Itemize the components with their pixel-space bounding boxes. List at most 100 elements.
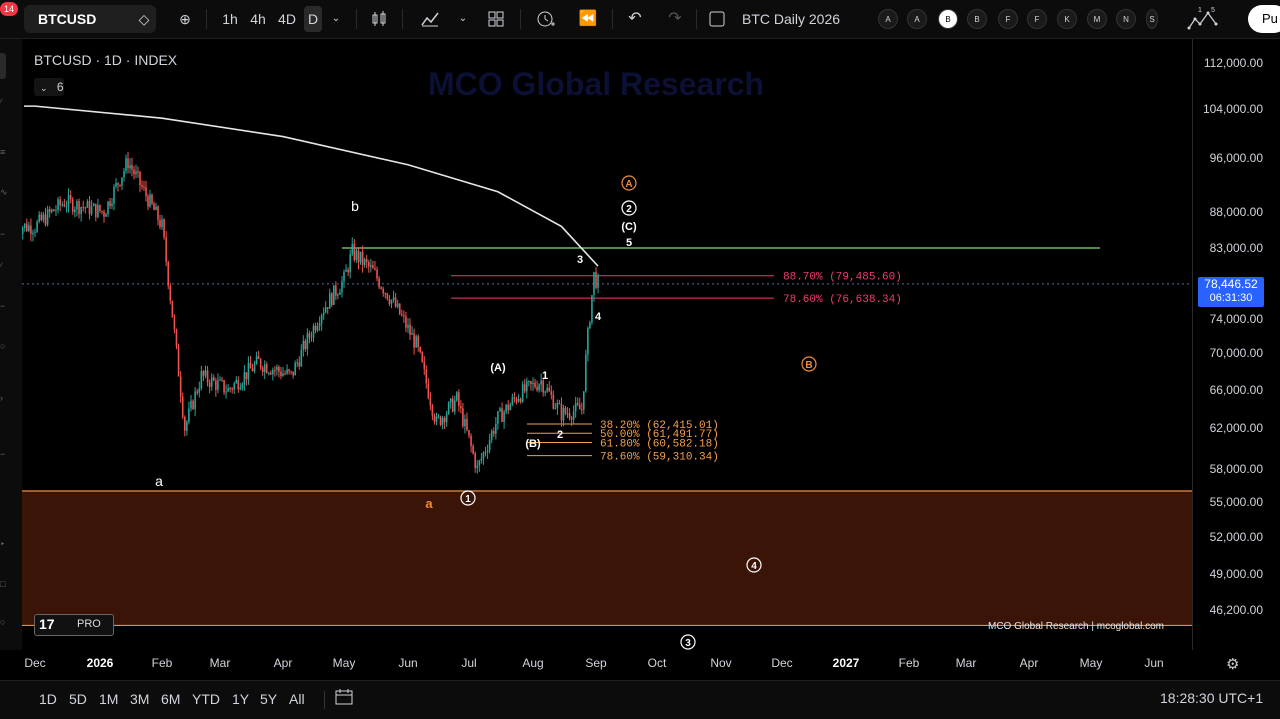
bar-countdown: 06:31:30 [1209, 292, 1253, 304]
range-6m[interactable]: 6M [161, 691, 180, 707]
chart-settings-gear-icon[interactable]: ⚙ [1226, 655, 1239, 673]
fib-level-label: 61.80% (60,582.18) [600, 439, 719, 451]
pattern-tool-icon[interactable]: ∕ [0, 261, 10, 271]
redo-icon[interactable]: ↷ [664, 6, 686, 32]
candle-body [105, 213, 107, 217]
candle-body [192, 400, 194, 410]
utc-clock[interactable]: 18:28:30 UTC+1 [1160, 690, 1263, 706]
lock-tool-icon[interactable]: □ [0, 579, 10, 589]
drawing-hotkey-a[interactable]: A [907, 9, 927, 29]
interval-dropdown-chevron-icon[interactable]: ⌄ [328, 6, 344, 32]
zoom-tool-icon[interactable]: − [0, 449, 10, 459]
interval-d[interactable]: D [304, 6, 322, 32]
candle-body [530, 381, 532, 385]
candle-body [337, 294, 339, 296]
range-all[interactable]: All [289, 691, 305, 707]
candle-body [208, 382, 211, 387]
candle-body [464, 418, 466, 427]
candle-body [74, 209, 76, 213]
range-ytd[interactable]: YTD [192, 691, 220, 707]
drawing-hotkey-s[interactable]: S [1146, 9, 1158, 29]
drawing-hotkey-k[interactable]: K [1057, 9, 1077, 29]
wave-icon-label: 1 [1198, 7, 1202, 14]
candle-body [26, 223, 28, 231]
range-3m[interactable]: 3M [130, 691, 149, 707]
alert-diamond-icon[interactable]: ◇ [134, 6, 154, 32]
drawing-hotkey-m[interactable]: M [1087, 9, 1107, 29]
add-symbol-icon[interactable]: ⊕ [174, 6, 196, 32]
candle-body [221, 379, 223, 381]
candle-body [370, 265, 372, 267]
alert-clock-icon[interactable] [534, 6, 558, 32]
replay-icon[interactable]: ⏪ [576, 6, 600, 32]
candle-body [490, 430, 493, 440]
candle-body [286, 369, 288, 374]
range-1d[interactable]: 1D [39, 691, 57, 707]
indicators-toggle[interactable]: ⌄ 6 [34, 78, 64, 96]
time-axis[interactable]: Dec 2026 Feb Mar Apr May Jun Jul Aug Sep Oct Nov Dec… [22, 650, 1192, 674]
candle-body [175, 329, 178, 347]
candle-body [499, 408, 501, 412]
range-5d[interactable]: 5D [69, 691, 87, 707]
candle-body [501, 408, 503, 422]
candle-body [163, 219, 165, 238]
elliott-wave-tool-icon[interactable]: 15 [1186, 6, 1220, 32]
candle-body [280, 371, 282, 377]
drawing-hotkey-b[interactable]: B [967, 9, 987, 29]
drawing-hotkey-a[interactable]: A [878, 9, 898, 29]
candle-body [145, 187, 147, 197]
time-axis-label: Sep [585, 656, 607, 670]
hide-tool-icon[interactable]: ○ [0, 617, 10, 627]
price-axis[interactable]: 112,000.00 104,000.00 96,000.00 88,000.00 83… [1192, 39, 1280, 650]
drawing-hotkey-n[interactable]: N [1116, 9, 1136, 29]
magnet-tool-icon[interactable]: ‣ [0, 539, 10, 549]
wave-label-B: B [805, 360, 812, 371]
chart-legend-title[interactable]: BTCUSD · 1D · INDEX [34, 52, 177, 68]
candle-body [34, 231, 36, 233]
interval-4h[interactable]: 4h [246, 6, 270, 32]
candle-body [253, 363, 256, 372]
layout-name[interactable]: BTC Daily 2026 [742, 6, 882, 32]
icon-tool-icon[interactable]: ○ [0, 341, 10, 351]
tradingview-pro-logo[interactable]: 17 PRO [34, 614, 114, 636]
price-chart[interactable]: 88.70% (79,485.60)78.60% (76,638.34)38.2… [22, 39, 1192, 650]
text-tool-icon[interactable]: − [0, 229, 10, 239]
candle-body [576, 403, 579, 405]
layout-square-icon[interactable] [706, 6, 728, 32]
drawing-hotkey-f[interactable]: F [1027, 9, 1047, 29]
symbol-name[interactable]: BTCUSD [38, 5, 96, 33]
layouts-grid-icon[interactable] [484, 6, 508, 32]
date-range-calendar-icon[interactable] [334, 687, 354, 710]
candle-body [300, 349, 303, 367]
wave-label-a-orange: a [425, 496, 433, 511]
undo-icon[interactable]: ↶ [624, 6, 646, 32]
candle-body [511, 397, 514, 405]
crosshair-tool-icon[interactable] [0, 53, 6, 79]
publish-button[interactable]: Pu [1248, 5, 1280, 33]
candle-body [188, 408, 190, 422]
candle-body [127, 158, 129, 169]
notification-badge[interactable]: 14 [0, 2, 18, 16]
candles-chart-type-icon[interactable] [368, 6, 390, 32]
range-1y[interactable]: 1Y [232, 691, 249, 707]
candle-body [22, 227, 24, 234]
range-1m[interactable]: 1M [99, 691, 118, 707]
indicators-icon[interactable] [418, 6, 442, 32]
trend-line-tool-icon[interactable]: ∕ [0, 97, 10, 107]
candle-body [241, 384, 244, 388]
time-axis-label: Oct [647, 656, 667, 670]
interval-4d[interactable]: 4D [274, 6, 300, 32]
drawing-hotkey-f[interactable]: F [998, 9, 1018, 29]
drawing-hotkey-b-active[interactable]: B [938, 9, 958, 29]
range-5y[interactable]: 5Y [260, 691, 277, 707]
interval-1h[interactable]: 1h [218, 6, 242, 32]
bottom-toolbar: 1D 5D 1M 3M 6M YTD 1Y 5Y All [0, 680, 1280, 719]
prediction-tool-icon[interactable]: − [0, 301, 10, 311]
candle-body [32, 232, 34, 235]
measure-tool-icon[interactable]: › [0, 393, 10, 403]
candle-body [384, 293, 387, 295]
fib-tool-icon[interactable]: ≡ [0, 147, 10, 157]
indicators-chevron-icon[interactable]: ⌄ [456, 6, 470, 32]
candle-body [107, 201, 109, 214]
brush-tool-icon[interactable]: ∿ [0, 187, 10, 197]
